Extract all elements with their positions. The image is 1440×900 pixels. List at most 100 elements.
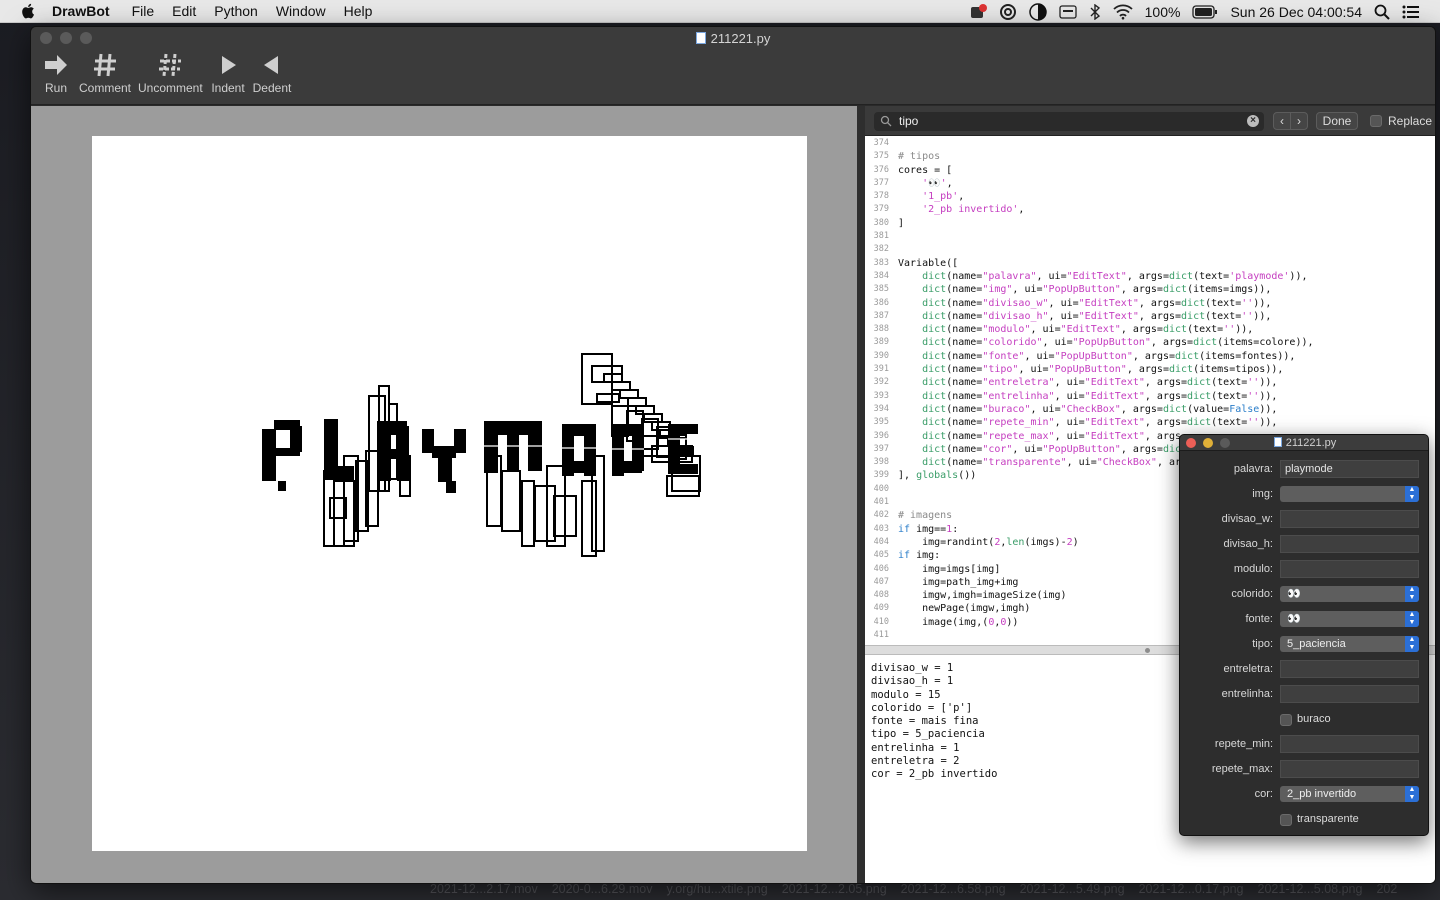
done-button[interactable]: Done	[1316, 112, 1358, 130]
desktop-file[interactable]: 2021-12...0.17.png	[1139, 882, 1244, 896]
next-match-button[interactable]: ›	[1290, 112, 1308, 130]
menu-edit[interactable]: Edit	[172, 3, 196, 19]
splitter-handle-icon	[1145, 648, 1150, 653]
variable-popup-button[interactable]: ▲ ▼	[1280, 486, 1419, 502]
line-number: 397	[873, 443, 889, 454]
variable-text-field[interactable]	[1280, 660, 1419, 678]
variable-text-field[interactable]	[1280, 535, 1419, 553]
run-button[interactable]: Run	[42, 53, 70, 95]
desktop-file[interactable]: 2020-0...6.29.mov	[552, 882, 653, 896]
code-line[interactable]: 387 dict(name="divisao_h", ui="EditText"…	[865, 310, 1435, 323]
variable-label: cor:	[1254, 788, 1273, 800]
code-line[interactable]: 383 Variable([	[865, 257, 1435, 270]
code-line[interactable]: 378 '1_pb',	[865, 190, 1435, 203]
apple-menu-icon[interactable]	[20, 2, 38, 20]
desktop-file[interactable]: y.org/hu...xtile.png	[666, 882, 767, 896]
find-input[interactable]: tipo ×	[874, 112, 1264, 131]
code-line[interactable]: 379 '2_pb invertido',	[865, 203, 1435, 216]
code-text: dict(name="entreletra", ui="EditText", a…	[922, 377, 1278, 389]
line-number: 385	[873, 284, 889, 295]
code-line[interactable]: 386 dict(name="divisao_w", ui="EditText"…	[865, 297, 1435, 310]
menu-python[interactable]: Python	[214, 3, 258, 19]
desktop-file[interactable]: 2021-12...6.58.png	[901, 882, 1006, 896]
variable-label: tipo:	[1252, 638, 1273, 650]
code-line[interactable]: 374	[865, 137, 1435, 150]
variable-text-field[interactable]	[1280, 560, 1419, 578]
variable-label: entreletra:	[1223, 663, 1273, 675]
notification-center-icon[interactable]	[1402, 5, 1420, 19]
clear-search-icon[interactable]: ×	[1247, 115, 1259, 127]
find-query: tipo	[899, 114, 919, 128]
battery-icon[interactable]	[1192, 4, 1218, 19]
playmode-artwork	[262, 353, 701, 557]
code-line[interactable]: 380]	[865, 217, 1435, 230]
desktop-file[interactable]: 2021-12...5.49.png	[1020, 882, 1125, 896]
search-icon	[880, 115, 892, 127]
variable-popup-button[interactable]: 👀 ▲ ▼	[1280, 586, 1419, 602]
code-line[interactable]: 385 dict(name="img", ui="PopUpButton", a…	[865, 283, 1435, 296]
line-number: 377	[873, 177, 889, 188]
variable-checkbox[interactable]	[1280, 814, 1292, 826]
vertical-splitter[interactable]	[857, 106, 865, 883]
bluetooth-icon[interactable]	[1089, 3, 1101, 20]
variable-popup-button[interactable]: 5_paciencia ▲ ▼	[1280, 636, 1419, 652]
code-line[interactable]: 388 dict(name="modulo", ui="EditText", a…	[865, 323, 1435, 336]
variable-text-field[interactable]	[1280, 510, 1419, 528]
variable-text-field[interactable]	[1280, 735, 1419, 753]
indent-button[interactable]: Indent	[209, 53, 247, 95]
comment-button[interactable]: Comment	[79, 53, 131, 95]
vpn-icon[interactable]	[969, 3, 987, 20]
spotlight-search-icon[interactable]	[1374, 4, 1390, 20]
desktop-file[interactable]: 2021-12...2.05.png	[782, 882, 887, 896]
code-line[interactable]: 376 cores = [	[865, 164, 1435, 177]
menu-window[interactable]: Window	[276, 3, 326, 19]
previous-match-button[interactable]: ‹	[1273, 112, 1291, 130]
line-number: 401	[873, 497, 889, 508]
keyboard-icon[interactable]	[1058, 4, 1077, 19]
variable-checkbox[interactable]	[1280, 714, 1292, 726]
code-line[interactable]: 393 dict(name="entrelinha", ui="EditText…	[865, 390, 1435, 403]
menu-file[interactable]: File	[132, 3, 155, 19]
variable-text-field[interactable]	[1280, 685, 1419, 703]
zoom-panel-button[interactable]	[1220, 438, 1230, 448]
variable-label: palavra:	[1233, 463, 1273, 475]
variable-label: entrelinha:	[1221, 688, 1273, 700]
code-text: dict(name="repete_min", ui="EditText", a…	[922, 417, 1278, 429]
code-line[interactable]: 391 dict(name="tipo", ui="PopUpButton", …	[865, 363, 1435, 376]
code-line[interactable]: 384 dict(name="palavra", ui="EditText", …	[865, 270, 1435, 283]
code-line[interactable]: 377 '👀',	[865, 177, 1435, 190]
line-number: 375	[873, 151, 889, 162]
code-line[interactable]: 392 dict(name="entreletra", ui="EditText…	[865, 376, 1435, 389]
line-number: 408	[873, 590, 889, 601]
dedent-button[interactable]: Dedent	[251, 53, 293, 95]
code-line[interactable]: 390 dict(name="fonte", ui="PopUpButton",…	[865, 350, 1435, 363]
line-number: 400	[873, 483, 889, 494]
code-line[interactable]: 381	[865, 230, 1435, 243]
variable-popup-button[interactable]: 2_pb invertido ▲ ▼	[1280, 786, 1419, 802]
uncomment-button[interactable]: Uncomment	[138, 53, 203, 95]
code-line[interactable]: 382	[865, 243, 1435, 256]
code-text: dict(name="repete_max", ui="EditText", a…	[922, 430, 1182, 442]
replace-checkbox[interactable]	[1370, 115, 1382, 127]
variable-popup-button[interactable]: 👀 ▲ ▼	[1280, 611, 1419, 627]
canvas-view[interactable]	[31, 106, 857, 883]
desktop-file[interactable]: 202	[1376, 882, 1397, 896]
code-line[interactable]: 395 dict(name="repete_min", ui="EditText…	[865, 416, 1435, 429]
close-panel-button[interactable]	[1186, 438, 1196, 448]
wifi-icon[interactable]	[1113, 4, 1133, 20]
code-line[interactable]: 375 # tipos	[865, 150, 1435, 163]
code-line[interactable]: 394 dict(name="buraco", ui="CheckBox", a…	[865, 403, 1435, 416]
code-line[interactable]: 389 dict(name="colorido", ui="PopUpButto…	[865, 336, 1435, 349]
dark-mode-icon[interactable]	[1028, 2, 1047, 21]
menu-app-name[interactable]: DrawBot	[52, 3, 110, 19]
variable-text-field[interactable]	[1280, 760, 1419, 778]
variable-text-field[interactable]: playmode	[1280, 460, 1419, 478]
desktop-file[interactable]: 2021-12...5.08.png	[1258, 882, 1363, 896]
variable-row: colorido: 👀 ▲ ▼	[1180, 585, 1428, 605]
minimize-panel-button[interactable]	[1203, 438, 1213, 448]
menu-help[interactable]: Help	[344, 3, 373, 19]
line-number: 388	[873, 324, 889, 335]
desktop-file[interactable]: 2021-12...2.17.mov	[430, 882, 538, 896]
clock[interactable]: Sun 26 Dec 04:00:54	[1230, 4, 1362, 20]
creative-cloud-icon[interactable]	[999, 3, 1017, 20]
